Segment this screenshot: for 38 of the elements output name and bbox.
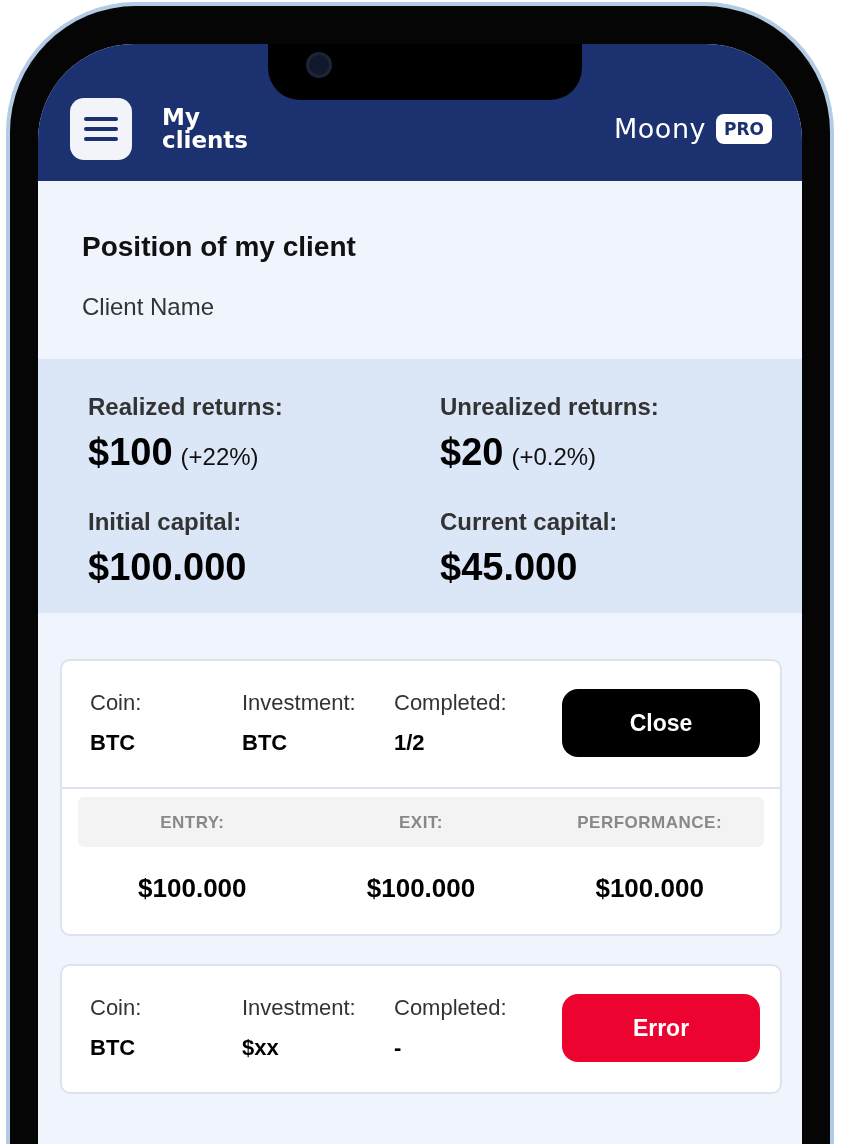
menu-icon xyxy=(84,115,118,142)
stat-label: Realized returns: xyxy=(88,393,284,421)
menu-button[interactable] xyxy=(70,97,132,160)
brand-name: Moony xyxy=(614,113,706,144)
field-label: Coin: xyxy=(90,690,143,716)
column-header: PERFORMANCE: xyxy=(576,813,724,833)
client-name: Client Name xyxy=(82,293,216,321)
action-button[interactable]: Error xyxy=(562,994,760,1062)
stat-change: (+0.2%) xyxy=(511,443,597,471)
camera-icon xyxy=(306,52,332,78)
stat-change: (+22%) xyxy=(180,443,259,471)
column-header: EXIT: xyxy=(397,813,444,833)
column-header: ENTRY: xyxy=(159,813,226,833)
field-label: Investment: xyxy=(242,995,357,1021)
table-cell-text: $100.000 xyxy=(594,873,705,904)
action-button[interactable]: Close xyxy=(562,689,760,757)
field-label: Completed: xyxy=(394,995,508,1021)
field-label: Investment: xyxy=(242,690,357,716)
field-value: - xyxy=(394,1035,403,1061)
stat-label: Current capital: xyxy=(440,508,619,536)
table-cell-text: $100.000 xyxy=(365,873,477,904)
stat-label: Initial capital: xyxy=(88,508,243,536)
section-title: Position of my client xyxy=(82,231,357,263)
stat-value: $20 xyxy=(440,431,504,474)
field-value: BTC xyxy=(90,730,137,756)
field-value: BTC xyxy=(90,1035,137,1061)
plan-badge: PRO xyxy=(716,113,772,144)
field-value: 1/2 xyxy=(394,730,426,756)
field-label: Coin: xyxy=(90,995,143,1021)
field-value: $xx xyxy=(242,1035,280,1061)
stat-label: Unrealized returns: xyxy=(440,393,660,421)
field-label: Completed: xyxy=(394,690,508,716)
table-cell-text: $100.000 xyxy=(137,873,248,904)
field-value: BTC xyxy=(242,730,289,756)
stat-value: $100 xyxy=(88,431,173,474)
stat-value: $45.000 xyxy=(440,546,578,589)
page-title: My clients xyxy=(162,105,250,152)
stat-value: $100.000 xyxy=(88,546,247,589)
